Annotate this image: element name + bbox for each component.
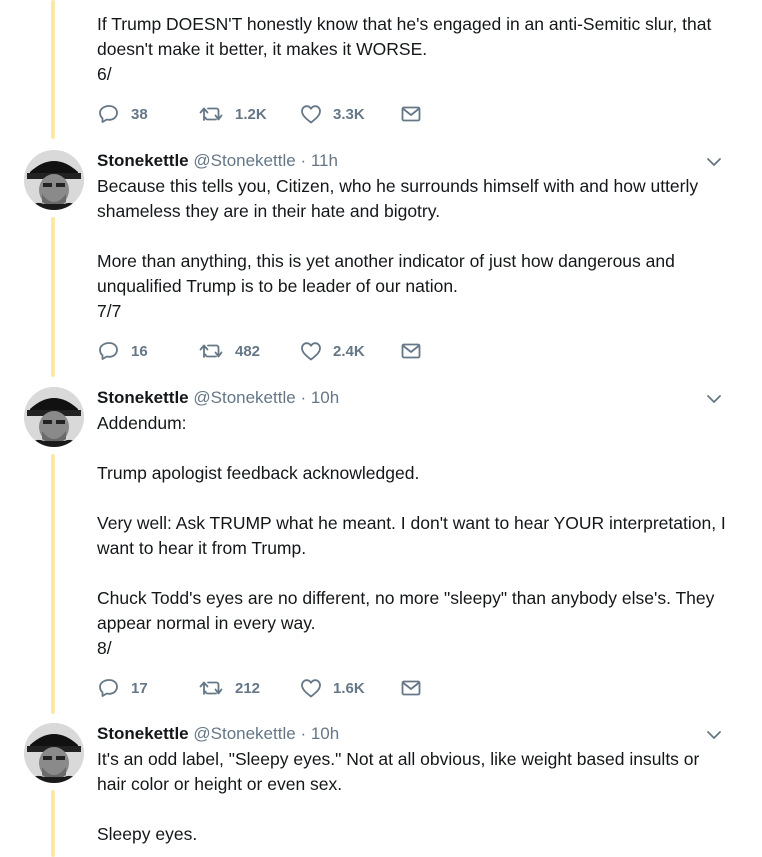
tweet-header: Stonekettle @Stonekettle · 10h bbox=[97, 387, 339, 409]
more-options-button[interactable] bbox=[704, 725, 724, 745]
tweet-paragraph: It's an odd label, "Sleepy eyes." Not at… bbox=[97, 749, 700, 794]
tweet-paragraph: Very well: Ask TRUMP what he meant. I do… bbox=[97, 513, 726, 558]
tweet-text: Because this tells you, Citizen, who he … bbox=[97, 174, 727, 324]
timestamp[interactable]: 10h bbox=[311, 388, 339, 407]
more-options-button[interactable] bbox=[704, 389, 724, 409]
more-options-button[interactable] bbox=[704, 152, 724, 172]
retweet-count: 1.2K bbox=[235, 105, 267, 123]
tweet-text: It's an odd label, "Sleepy eyes." Not at… bbox=[97, 747, 727, 847]
reply-count: 16 bbox=[131, 342, 148, 360]
tweet[interactable]: Stonekettle @Stonekettle · 10h Addendum:… bbox=[0, 387, 762, 715]
timestamp[interactable]: 10h bbox=[311, 724, 339, 743]
retweet-button[interactable]: 482 bbox=[199, 339, 260, 363]
reply-icon bbox=[99, 105, 118, 123]
avatar[interactable] bbox=[24, 150, 84, 210]
envelope-icon bbox=[401, 343, 421, 359]
like-button[interactable]: 3.3K bbox=[299, 102, 365, 126]
tweet-paragraph: If Trump DOESN'T honestly know that he's… bbox=[97, 14, 712, 59]
message-button[interactable] bbox=[399, 339, 423, 363]
heart-icon bbox=[301, 679, 321, 698]
tweet-paragraph: Chuck Todd's eyes are no different, no m… bbox=[97, 588, 715, 633]
retweet-icon bbox=[199, 107, 223, 121]
tweet-paragraph: 8/ bbox=[97, 638, 112, 658]
like-button[interactable]: 1.6K bbox=[299, 676, 365, 700]
reply-button[interactable]: 16 bbox=[97, 339, 148, 363]
user-handle[interactable]: @Stonekettle bbox=[193, 724, 295, 743]
message-button[interactable] bbox=[399, 676, 423, 700]
tweet-header: Stonekettle @Stonekettle · 10h bbox=[97, 723, 339, 745]
like-count: 1.6K bbox=[333, 679, 365, 697]
timestamp[interactable]: 11h bbox=[311, 151, 338, 170]
display-name[interactable]: Stonekettle bbox=[97, 388, 189, 407]
tweet-paragraph: Because this tells you, Citizen, who he … bbox=[97, 176, 699, 221]
reply-button[interactable]: 17 bbox=[97, 676, 148, 700]
like-button[interactable]: 2.4K bbox=[299, 339, 365, 363]
envelope-icon bbox=[401, 106, 421, 122]
reply-count: 38 bbox=[131, 105, 148, 123]
message-button[interactable] bbox=[399, 102, 423, 126]
separator-dot: · bbox=[300, 388, 307, 407]
reply-count: 17 bbox=[131, 679, 148, 697]
display-name[interactable]: Stonekettle bbox=[97, 724, 189, 743]
envelope-icon bbox=[401, 680, 421, 696]
tweet-paragraph: 7/7 bbox=[97, 301, 122, 321]
retweet-button[interactable]: 1.2K bbox=[199, 102, 267, 126]
reply-icon bbox=[99, 342, 118, 360]
avatar[interactable] bbox=[24, 387, 84, 447]
heart-icon bbox=[301, 342, 321, 361]
tweet-header: Stonekettle @Stonekettle · 11h bbox=[97, 150, 338, 172]
retweet-icon bbox=[199, 344, 223, 358]
retweet-button[interactable]: 212 bbox=[199, 676, 260, 700]
chevron-down-icon bbox=[707, 158, 721, 166]
like-count: 2.4K bbox=[333, 342, 365, 360]
reply-icon bbox=[99, 679, 118, 697]
heart-icon bbox=[301, 105, 321, 124]
retweet-count: 212 bbox=[235, 679, 261, 697]
user-handle[interactable]: @Stonekettle bbox=[193, 151, 295, 170]
tweet-paragraph: 6/ bbox=[97, 64, 112, 84]
reply-button[interactable]: 38 bbox=[97, 102, 148, 126]
tweet-paragraph: More than anything, this is yet another … bbox=[97, 251, 675, 296]
display-name[interactable]: Stonekettle bbox=[97, 151, 189, 170]
user-handle[interactable]: @Stonekettle bbox=[193, 388, 295, 407]
retweet-count: 482 bbox=[235, 342, 261, 360]
chevron-down-icon bbox=[707, 731, 721, 739]
tweet[interactable]: If Trump DOESN'T honestly know that he's… bbox=[0, 0, 762, 140]
tweet-text: Addendum: Trump apologist feedback ackno… bbox=[97, 411, 727, 661]
tweet-text: If Trump DOESN'T honestly know that he's… bbox=[97, 12, 727, 87]
tweet[interactable]: Stonekettle @Stonekettle · 10h It's an o… bbox=[0, 723, 762, 857]
separator-dot: · bbox=[300, 151, 307, 170]
tweet-paragraph: Sleepy eyes. bbox=[97, 824, 198, 844]
tweet[interactable]: Stonekettle @Stonekettle · 11h Because t… bbox=[0, 150, 762, 378]
chevron-down-icon bbox=[707, 395, 721, 403]
separator-dot: · bbox=[300, 724, 307, 743]
tweet-paragraph: Trump apologist feedback acknowledged. bbox=[97, 463, 420, 483]
tweet-paragraph: Addendum: bbox=[97, 413, 187, 433]
like-count: 3.3K bbox=[333, 105, 365, 123]
avatar[interactable] bbox=[24, 723, 84, 783]
retweet-icon bbox=[199, 681, 223, 695]
